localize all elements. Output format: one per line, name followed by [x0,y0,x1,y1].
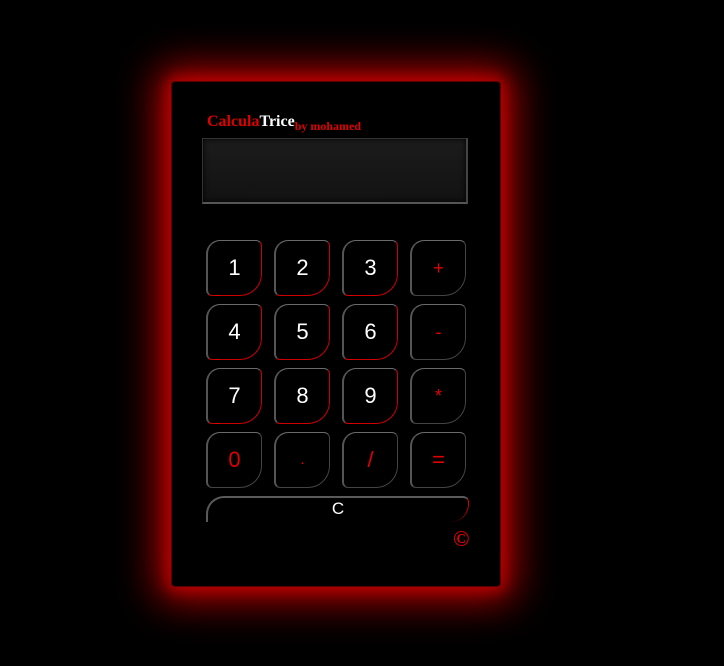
key-1[interactable]: 1 [206,240,262,296]
key-equals[interactable]: = [410,432,466,488]
key-divide[interactable]: / [342,432,398,488]
key-dot[interactable]: . [274,432,330,488]
key-5[interactable]: 5 [274,304,330,360]
key-6[interactable]: 6 [342,304,398,360]
clear-button[interactable]: C [206,496,469,522]
key-4[interactable]: 4 [206,304,262,360]
key-7[interactable]: 7 [206,368,262,424]
calculator-display [202,138,468,204]
key-0[interactable]: 0 [206,432,262,488]
key-multiply[interactable]: * [410,368,466,424]
title-trice: Trice [259,113,295,130]
title-author: by mohamed [294,119,362,133]
title-calcula: Calcula [207,113,260,130]
key-8[interactable]: 8 [274,368,330,424]
calculator-panel: CalculaTriceby mohamed 1 2 3 + 4 5 6 - 7… [171,81,501,587]
copyright-icon: © [453,526,470,551]
app-title: CalculaTriceby mohamed [207,113,362,133]
key-9[interactable]: 9 [342,368,398,424]
key-2[interactable]: 2 [274,240,330,296]
key-minus[interactable]: - [410,304,466,360]
key-3[interactable]: 3 [342,240,398,296]
key-plus[interactable]: + [410,240,466,296]
